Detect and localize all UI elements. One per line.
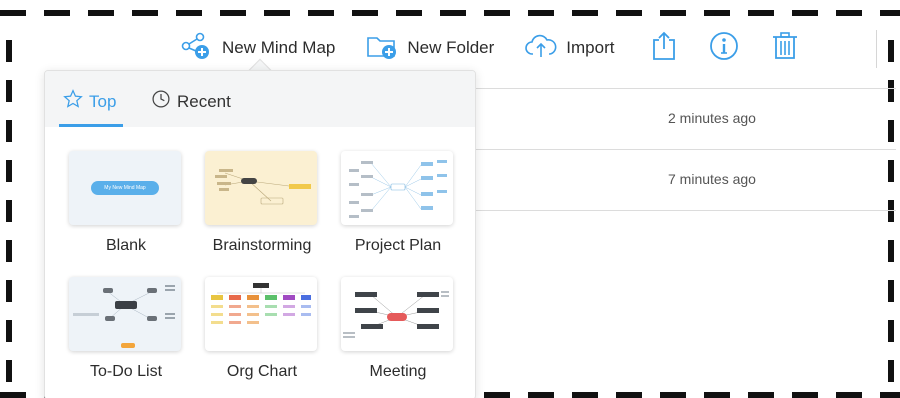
template-org-chart-thumbnail — [205, 277, 317, 351]
template-blank[interactable]: My New Mind Map Blank — [69, 151, 183, 255]
new-folder-label: New Folder — [407, 38, 495, 57]
delete-button[interactable] — [770, 30, 800, 67]
active-tab-indicator — [59, 124, 123, 127]
import-button[interactable]: Import — [524, 32, 614, 65]
share-icon — [650, 30, 678, 67]
template-to-do-list-thumbnail — [69, 277, 181, 351]
star-icon — [63, 89, 83, 114]
file-modified-time: 2 minutes ago — [668, 110, 756, 126]
meeting-preview — [343, 291, 449, 338]
share-button[interactable] — [650, 30, 678, 67]
file-row[interactable]: 2 minutes ago — [476, 88, 896, 150]
template-name: Meeting — [369, 363, 427, 380]
template-to-do-list[interactable]: To-Do List — [69, 277, 183, 381]
template-meeting[interactable]: Meeting — [341, 277, 455, 381]
frame-top-border — [0, 10, 900, 16]
mind-map-add-icon — [180, 32, 214, 65]
template-brainstorming-thumbnail — [205, 151, 317, 225]
template-brainstorming[interactable]: Brainstorming — [205, 151, 319, 255]
trash-icon — [770, 30, 800, 67]
cloud-upload-icon — [524, 32, 558, 65]
org-chart-preview — [211, 283, 311, 324]
to-do-list-preview — [73, 285, 175, 348]
tab-top-label: Top — [89, 91, 117, 111]
template-blank-thumbnail: My New Mind Map — [69, 151, 181, 225]
import-label: Import — [566, 38, 615, 57]
template-name: Blank — [105, 237, 147, 254]
frame-left-border — [6, 40, 12, 390]
template-popover: Top Recent My New Mind Map Blank Brainst… — [44, 70, 476, 398]
template-org-chart[interactable]: Org Chart — [205, 277, 319, 381]
folder-add-icon — [365, 32, 399, 65]
template-name: To-Do List — [89, 363, 163, 380]
toolbar: New Mind Map New Folder Import — [180, 28, 830, 68]
new-folder-button[interactable]: New Folder — [365, 32, 494, 65]
info-icon — [708, 30, 740, 67]
toolbar-divider — [876, 30, 877, 68]
brainstorming-preview — [215, 169, 311, 205]
template-project-plan-thumbnail — [341, 151, 453, 225]
project-plan-preview — [349, 160, 447, 218]
template-meeting-thumbnail — [341, 277, 453, 351]
template-name: Brainstorming — [212, 237, 312, 254]
file-row[interactable]: 7 minutes ago — [476, 149, 896, 211]
file-modified-time: 7 minutes ago — [668, 171, 756, 187]
info-button[interactable] — [708, 30, 740, 67]
template-name: Org Chart — [226, 363, 298, 380]
central-topic: My New Mind Map — [91, 181, 159, 195]
new-mind-map-label: New Mind Map — [222, 38, 336, 57]
tab-recent[interactable]: Recent — [151, 89, 231, 114]
clock-icon — [151, 89, 171, 114]
popover-tab-bar: Top Recent — [45, 71, 475, 127]
template-name: Project Plan — [354, 237, 442, 254]
template-project-plan[interactable]: Project Plan — [341, 151, 455, 255]
tab-top[interactable]: Top — [63, 89, 116, 114]
tab-recent-label: Recent — [177, 91, 231, 111]
